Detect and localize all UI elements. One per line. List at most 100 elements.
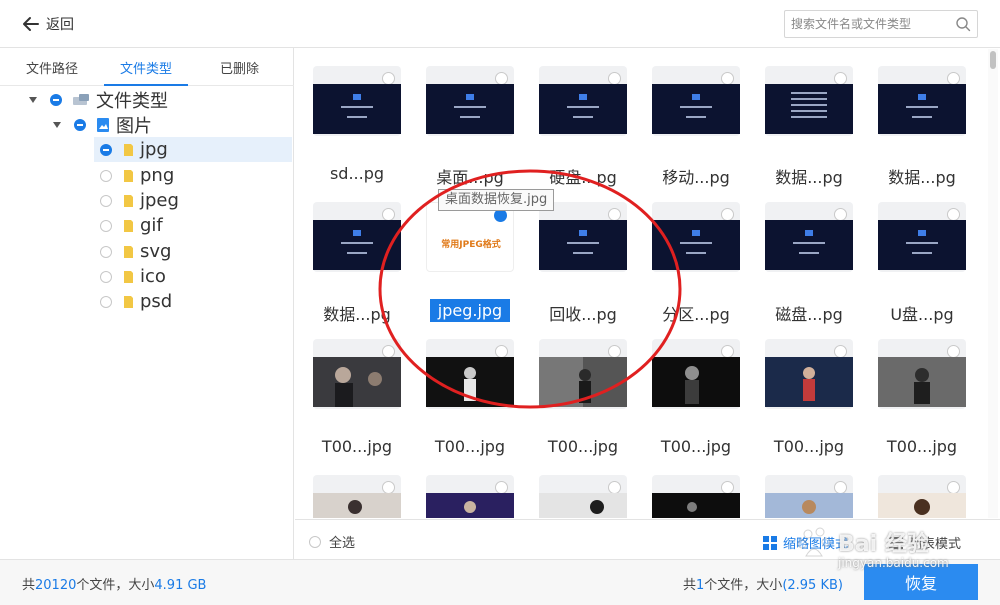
status-bar: 共20120个文件，大小4.91 GB 共1个文件，大小(2.95 KB) 恢复	[0, 559, 1000, 605]
drive-icon	[73, 93, 89, 105]
file-thumbnail	[652, 493, 740, 518]
tree-item-label: psd	[140, 291, 173, 312]
grid-scrollbar[interactable]	[988, 49, 998, 518]
file-card[interactable]	[539, 475, 627, 518]
back-button[interactable]: 返回	[22, 12, 74, 36]
tree-root-checkbox[interactable]	[50, 93, 62, 106]
tree-item-psd[interactable]: psd	[100, 289, 172, 314]
file-card[interactable]	[313, 66, 401, 136]
file-card-selected[interactable]: 常用JPEG格式	[426, 202, 514, 272]
search-icon[interactable]	[955, 16, 971, 32]
sel-middle: 个文件，大小	[704, 578, 783, 593]
back-label: 返回	[46, 17, 74, 33]
file-card[interactable]	[652, 202, 740, 272]
folder-icon	[124, 169, 133, 182]
file-thumbnail	[539, 493, 627, 518]
file-card[interactable]	[426, 475, 514, 518]
folder-icon	[124, 295, 133, 308]
file-thumbnail	[765, 84, 853, 134]
file-name: T00...jpg	[886, 437, 958, 456]
file-card[interactable]	[652, 339, 740, 409]
file-name: 分区...pg	[662, 305, 730, 324]
tree-item-label: png	[140, 165, 175, 186]
caret-down-icon[interactable]	[52, 120, 62, 130]
tree-item-svg[interactable]: svg	[100, 239, 171, 264]
tree-root-label: 文件类型	[96, 90, 168, 112]
file-thumbnail	[652, 357, 740, 407]
folder-icon	[124, 194, 133, 207]
grid-view-icon	[763, 535, 777, 550]
thumbnail-mode-button[interactable]: 缩略图模式	[763, 533, 848, 552]
tree-item-label: jpeg	[140, 190, 179, 211]
total-files-summary: 共20120个文件，大小4.91 GB	[22, 574, 206, 593]
file-card[interactable]	[313, 475, 401, 518]
tree-item-checkbox[interactable]	[100, 295, 112, 308]
scrollbar-thumb[interactable]	[990, 51, 996, 69]
tab-file-type[interactable]: 文件类型	[120, 58, 172, 77]
file-name: T00...jpg	[547, 437, 619, 456]
select-all-checkbox[interactable]	[309, 535, 321, 548]
file-thumbnail	[313, 220, 401, 270]
file-card[interactable]	[878, 202, 966, 272]
file-card[interactable]	[878, 475, 966, 518]
tree-group-checkbox[interactable]	[74, 118, 86, 131]
file-card[interactable]	[426, 339, 514, 409]
back-arrow-icon	[23, 17, 39, 31]
file-card[interactable]	[765, 66, 853, 136]
tree-group-row[interactable]: 图片	[52, 112, 152, 137]
tree-item-label: gif	[140, 215, 163, 236]
file-thumbnail	[426, 493, 514, 518]
recover-button[interactable]: 恢复	[864, 564, 978, 600]
caret-down-icon[interactable]	[28, 95, 38, 105]
file-card[interactable]	[426, 66, 514, 136]
file-card[interactable]	[652, 66, 740, 136]
file-name: T00...jpg	[773, 437, 845, 456]
tree-item-checkbox[interactable]	[100, 270, 112, 283]
file-thumbnail	[765, 220, 853, 270]
tree-item-jpg[interactable]: jpg	[94, 137, 292, 162]
file-name: T00...jpg	[321, 437, 393, 456]
tree-item-checkbox[interactable]	[100, 245, 112, 258]
tree-root-row[interactable]: 文件类型	[28, 87, 168, 112]
thumbnail-mode-label: 缩略图模式	[783, 537, 849, 552]
file-name: 回收...pg	[549, 305, 617, 324]
file-card[interactable]	[878, 339, 966, 409]
file-card[interactable]	[765, 202, 853, 272]
file-card[interactable]	[539, 339, 627, 409]
image-file-icon	[97, 117, 109, 132]
file-thumbnail	[313, 493, 401, 518]
file-name: 移动...pg	[662, 168, 730, 187]
tree-item-png[interactable]: png	[100, 163, 174, 188]
select-all[interactable]: 全选	[309, 532, 355, 551]
file-card[interactable]	[652, 475, 740, 518]
tree-item-checkbox[interactable]	[100, 194, 112, 207]
select-all-label: 全选	[329, 536, 356, 551]
tree-item-checkbox[interactable]	[100, 169, 112, 182]
tab-deleted[interactable]: 已删除	[220, 58, 259, 77]
tree-item-gif[interactable]: gif	[100, 213, 163, 238]
tree-item-label: svg	[140, 241, 172, 262]
file-card[interactable]	[765, 339, 853, 409]
tree-item-checkbox[interactable]	[100, 219, 112, 232]
top-bar: 返回	[0, 0, 1000, 48]
tab-file-path[interactable]: 文件路径	[26, 58, 78, 77]
sel-size: (2.95 KB)	[782, 578, 843, 593]
file-thumbnail	[313, 357, 401, 407]
search-input[interactable]	[791, 14, 951, 34]
tree-item-jpeg[interactable]: jpeg	[100, 188, 179, 213]
file-card[interactable]	[313, 339, 401, 409]
file-thumbnail	[765, 357, 853, 407]
tree-item-ico[interactable]: ico	[100, 264, 166, 289]
list-mode-label: 列表模式	[909, 537, 962, 552]
file-card[interactable]	[539, 66, 627, 136]
file-card[interactable]	[878, 66, 966, 136]
file-name-selected[interactable]: jpeg.jpg	[415, 299, 525, 322]
search-box[interactable]	[784, 10, 978, 38]
tree-item-checkbox[interactable]	[100, 143, 112, 156]
total-count: 20120	[35, 578, 77, 593]
file-thumbnail	[539, 220, 627, 270]
file-card[interactable]	[313, 202, 401, 272]
file-card[interactable]	[539, 202, 627, 272]
file-card[interactable]	[765, 475, 853, 518]
list-mode-button[interactable]: 列表模式	[889, 533, 961, 552]
